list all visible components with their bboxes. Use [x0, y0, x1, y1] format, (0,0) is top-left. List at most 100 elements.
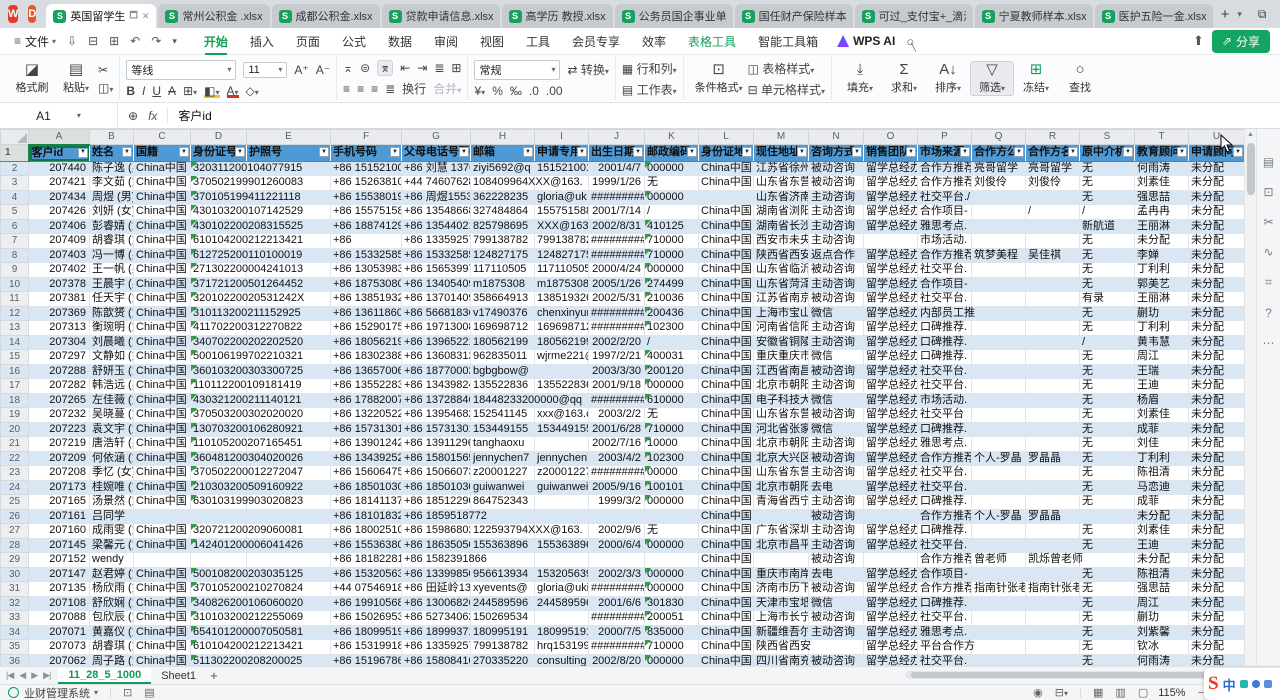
filter-dropdown-icon[interactable]: ▼	[1177, 147, 1187, 157]
header-cell-U[interactable]: 申请顾问▼	[1189, 145, 1245, 162]
cell-L27[interactable]: China中国	[699, 524, 754, 539]
cell-P21[interactable]: 雅思考点.	[918, 437, 972, 452]
panel-icon-4[interactable]: ∿	[1263, 245, 1273, 259]
cell-M6[interactable]: 湖南省长沙	[754, 219, 809, 234]
filter-dropdown-icon[interactable]: ▼	[179, 147, 189, 157]
cell-L14[interactable]: China中国	[699, 335, 754, 350]
cell-A29[interactable]: 207152	[29, 553, 90, 568]
cell-F25[interactable]: +86 18141137	[331, 495, 402, 510]
cell-F31[interactable]: +44 07546918	[331, 582, 402, 597]
cell-D2[interactable]: 320311200104077915	[191, 161, 247, 176]
header-cell-G[interactable]: 父母电话号码▼	[402, 145, 471, 162]
cell-Q26[interactable]: 个人-罗晶	[972, 509, 1026, 524]
cell-E29[interactable]	[247, 553, 331, 568]
cell-F27[interactable]: +86 18002510	[331, 524, 402, 539]
cell-N29[interactable]: 被动咨询	[809, 553, 864, 568]
cell-G15[interactable]: +86 1360831276	[402, 350, 471, 365]
cell-T15[interactable]: 周江	[1135, 350, 1189, 365]
cell-Q27[interactable]	[972, 524, 1026, 539]
cell-B27[interactable]: 成雨雯 (女)	[90, 524, 134, 539]
cell-M31[interactable]: 济南市历下	[754, 582, 809, 597]
cell-T17[interactable]: 王迪	[1135, 379, 1189, 394]
cell-K9[interactable]: 000000	[645, 263, 699, 278]
cell-O14[interactable]: 留学总经办	[864, 335, 918, 350]
cell-R2[interactable]: 亮哥留学	[1026, 161, 1080, 176]
header-cell-K[interactable]: 邮政编码▼	[645, 145, 699, 162]
vertical-scroll-thumb[interactable]	[1247, 143, 1255, 195]
cell-G7[interactable]: +86 1335925706	[402, 234, 471, 249]
cell-D9[interactable]: 271302200004241013	[191, 263, 247, 278]
cell-S26[interactable]	[1080, 509, 1135, 524]
cell-L30[interactable]: China中国	[699, 567, 754, 582]
cell-Q8[interactable]: 筑梦美程	[972, 248, 1026, 263]
cell-C25[interactable]: China中国	[134, 495, 191, 510]
doc-tab-0[interactable]: S英国留学生🗖✕	[46, 4, 156, 28]
row-header-6[interactable]: 6	[1, 219, 29, 234]
cell-R18[interactable]	[1026, 393, 1080, 408]
col-header-D[interactable]: D	[191, 130, 247, 145]
header-cell-M[interactable]: 现住地址▼	[754, 145, 809, 162]
doc-tab-8[interactable]: S宁夏教师样本.xlsx	[975, 4, 1093, 28]
cell-J28[interactable]: 2000/6/4	[589, 538, 645, 553]
cell-R5[interactable]: /	[1026, 205, 1080, 220]
row-header-18[interactable]: 18	[1, 393, 29, 408]
add-sheet-button[interactable]: +	[210, 668, 218, 683]
cell-Q17[interactable]	[972, 379, 1026, 394]
col-header-Q[interactable]: Q	[972, 130, 1026, 145]
cell-I8[interactable]: 124827175	[535, 248, 589, 263]
cell-U25[interactable]: 未分配	[1189, 495, 1245, 510]
cell-C30[interactable]: China中国	[134, 567, 191, 582]
cell-Q21[interactable]	[972, 437, 1026, 452]
cell-O20[interactable]: 留学总经办	[864, 422, 918, 437]
cell-L20[interactable]: China中国	[699, 422, 754, 437]
cell-B25[interactable]: 汤景然 (女)	[90, 495, 134, 510]
cell-G13[interactable]: +86 1971300890	[402, 321, 471, 336]
freeze-button[interactable]: ⊞冻结▾	[1014, 62, 1058, 95]
cell-S8[interactable]: 无	[1080, 248, 1135, 263]
align-center-icon[interactable]: ≡	[357, 82, 364, 96]
cell-R22[interactable]: 罗晶晶	[1026, 451, 1080, 466]
cell-C11[interactable]: China中国	[134, 292, 191, 307]
align-right-icon[interactable]: ≡	[371, 82, 378, 96]
cell-Q12[interactable]	[972, 306, 1026, 321]
cell-M30[interactable]: 重庆市南岸	[754, 567, 809, 582]
font-shrink-icon[interactable]: A⁻	[316, 63, 330, 77]
cell-A4[interactable]: 207434	[29, 190, 90, 205]
cell-A2[interactable]: 207440	[29, 161, 90, 176]
cut-icon[interactable]: ✂	[98, 63, 113, 77]
cell-T2[interactable]: 何雨涛	[1135, 161, 1189, 176]
cell-M19[interactable]: 山东省东营	[754, 408, 809, 423]
cell-A19[interactable]: 207232	[29, 408, 90, 423]
cell-G24[interactable]: +86 1850103098	[402, 480, 471, 495]
font-color-icon[interactable]: A▾	[227, 84, 239, 98]
cell-K30[interactable]: 000000	[645, 567, 699, 582]
cell-J8[interactable]: #########	[589, 248, 645, 263]
cell-N13[interactable]: 主动咨询	[809, 321, 864, 336]
cell-J18[interactable]: #########	[589, 393, 645, 408]
cell-J34[interactable]: 2000/7/5	[589, 625, 645, 640]
cell-A17[interactable]: 207282	[29, 379, 90, 394]
eye-protect-icon[interactable]: ◉	[1033, 686, 1043, 699]
menu-item-1[interactable]: 插入	[239, 29, 285, 54]
cell-A25[interactable]: 207165	[29, 495, 90, 510]
cell-O2[interactable]: 留学总经办	[864, 161, 918, 176]
cell-I28[interactable]: 155363896	[535, 538, 589, 553]
cell-F15[interactable]: +86 18302388	[331, 350, 402, 365]
cell-U5[interactable]: 未分配	[1189, 205, 1245, 220]
cell-U32[interactable]: 未分配	[1189, 596, 1245, 611]
cell-T13[interactable]: 丁利利	[1135, 321, 1189, 336]
worksheet-button[interactable]: ▤ 工作表▾	[622, 81, 677, 98]
cell-M13[interactable]: 河南省信阳	[754, 321, 809, 336]
row-header-2[interactable]: 2	[1, 161, 29, 176]
cell-Q5[interactable]	[972, 205, 1026, 220]
cell-S33[interactable]: 无	[1080, 611, 1135, 626]
cell-D12[interactable]: 310113200211152925	[191, 306, 247, 321]
cell-L7[interactable]: China中国	[699, 234, 754, 249]
row-header-34[interactable]: 34	[1, 625, 29, 640]
menu-item-0[interactable]: 开始	[193, 29, 239, 54]
cell-O33[interactable]: 留学总经办	[864, 611, 918, 626]
col-header-G[interactable]: G	[402, 130, 471, 145]
cell-U29[interactable]: 未分配	[1189, 553, 1245, 568]
find-button[interactable]: ○查找	[1058, 62, 1102, 95]
cell-B31[interactable]: 杨欣雨 (女)	[90, 582, 134, 597]
